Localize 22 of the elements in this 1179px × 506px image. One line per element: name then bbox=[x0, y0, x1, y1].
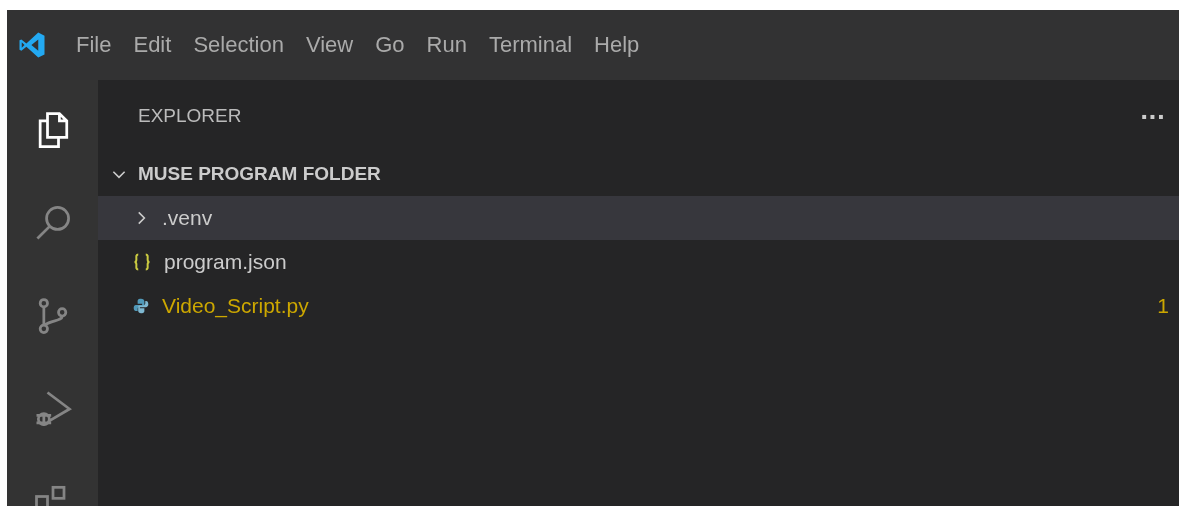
problem-count: 1 bbox=[1157, 294, 1169, 318]
file-name: Video_Script.py bbox=[162, 294, 309, 318]
more-actions[interactable]: ··· bbox=[1139, 103, 1165, 129]
python-file-icon bbox=[132, 297, 150, 315]
braces-icon bbox=[132, 252, 152, 272]
menu-item[interactable]: File bbox=[65, 32, 123, 58]
menu-item[interactable]: Selection bbox=[182, 32, 295, 58]
file-tree-item[interactable]: Video_Script.py 1 bbox=[98, 284, 1179, 328]
folder-name: MUSE PROGRAM FOLDER bbox=[138, 163, 381, 185]
menu-item[interactable]: Terminal bbox=[477, 32, 584, 58]
menu-item[interactable]: View bbox=[294, 32, 365, 58]
explorer-title: EXPLORER bbox=[138, 105, 242, 127]
file-tree-item[interactable]: .venv bbox=[98, 196, 1179, 240]
file-tree-item[interactable]: program.json bbox=[98, 240, 1179, 284]
menu-item[interactable]: Run bbox=[415, 32, 478, 58]
code-editor-logo-icon bbox=[17, 30, 47, 60]
menu-item[interactable]: Go bbox=[364, 32, 416, 58]
menu-item[interactable]: Help bbox=[583, 32, 651, 58]
file-name: program.json bbox=[164, 250, 287, 274]
folder-header[interactable]: MUSE PROGRAM FOLDER bbox=[98, 152, 1179, 196]
file-name: .venv bbox=[162, 206, 213, 230]
menu-item[interactable]: Edit bbox=[122, 32, 183, 58]
